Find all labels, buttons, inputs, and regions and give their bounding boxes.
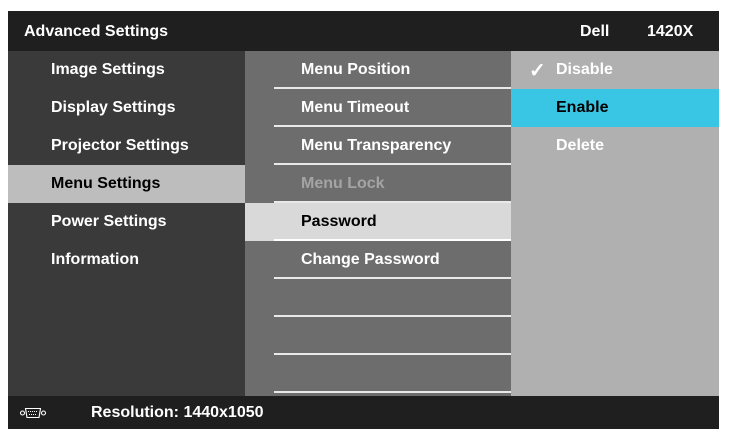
submenu-item-menu-timeout[interactable]: Menu Timeout	[245, 89, 511, 127]
row-divider	[274, 391, 511, 393]
main-menu-item-display-settings[interactable]: Display Settings	[8, 89, 245, 127]
main-menu-item-image-settings[interactable]: Image Settings	[8, 51, 245, 89]
resolution-readout: Resolution: 1440x1050	[91, 404, 264, 421]
option-delete[interactable]: Delete	[511, 127, 719, 165]
main-menu-item-menu-settings[interactable]: Menu Settings	[8, 165, 245, 203]
checkmark-icon: ✓	[529, 60, 546, 82]
title-bar: Advanced Settings Dell 1420X	[8, 11, 719, 51]
submenu-item-menu-lock: Menu Lock	[245, 165, 511, 203]
submenu-empty-row	[245, 317, 511, 355]
submenu-item-change-password[interactable]: Change Password	[245, 241, 511, 279]
menu-title: Advanced Settings	[24, 23, 169, 40]
main-menu-column: Image Settings Display Settings Projecto…	[8, 51, 245, 396]
submenu-column: Menu Position Menu Timeout Menu Transpar…	[245, 51, 511, 396]
submenu-empty-row	[245, 279, 511, 317]
submenu-empty-row	[245, 355, 511, 393]
main-menu-item-power-settings[interactable]: Power Settings	[8, 203, 245, 241]
status-bar: Resolution: 1440x1050	[8, 396, 719, 429]
brand-label: Dell	[580, 23, 610, 40]
options-column: ✓ Disable Enable Delete	[511, 51, 719, 396]
submenu-item-menu-position[interactable]: Menu Position	[245, 51, 511, 89]
model-label: 1420X	[647, 23, 694, 40]
main-menu-item-projector-settings[interactable]: Projector Settings	[8, 127, 245, 165]
vga-connector-icon	[20, 407, 46, 419]
option-disable[interactable]: ✓ Disable	[511, 51, 719, 89]
submenu-item-menu-transparency[interactable]: Menu Transparency	[245, 127, 511, 165]
submenu-item-password[interactable]: Password	[245, 203, 511, 241]
main-menu-item-information[interactable]: Information	[8, 241, 245, 279]
option-enable[interactable]: Enable	[511, 89, 719, 127]
projector-osd-menu: Advanced Settings Dell 1420X Image Setti…	[8, 11, 719, 429]
